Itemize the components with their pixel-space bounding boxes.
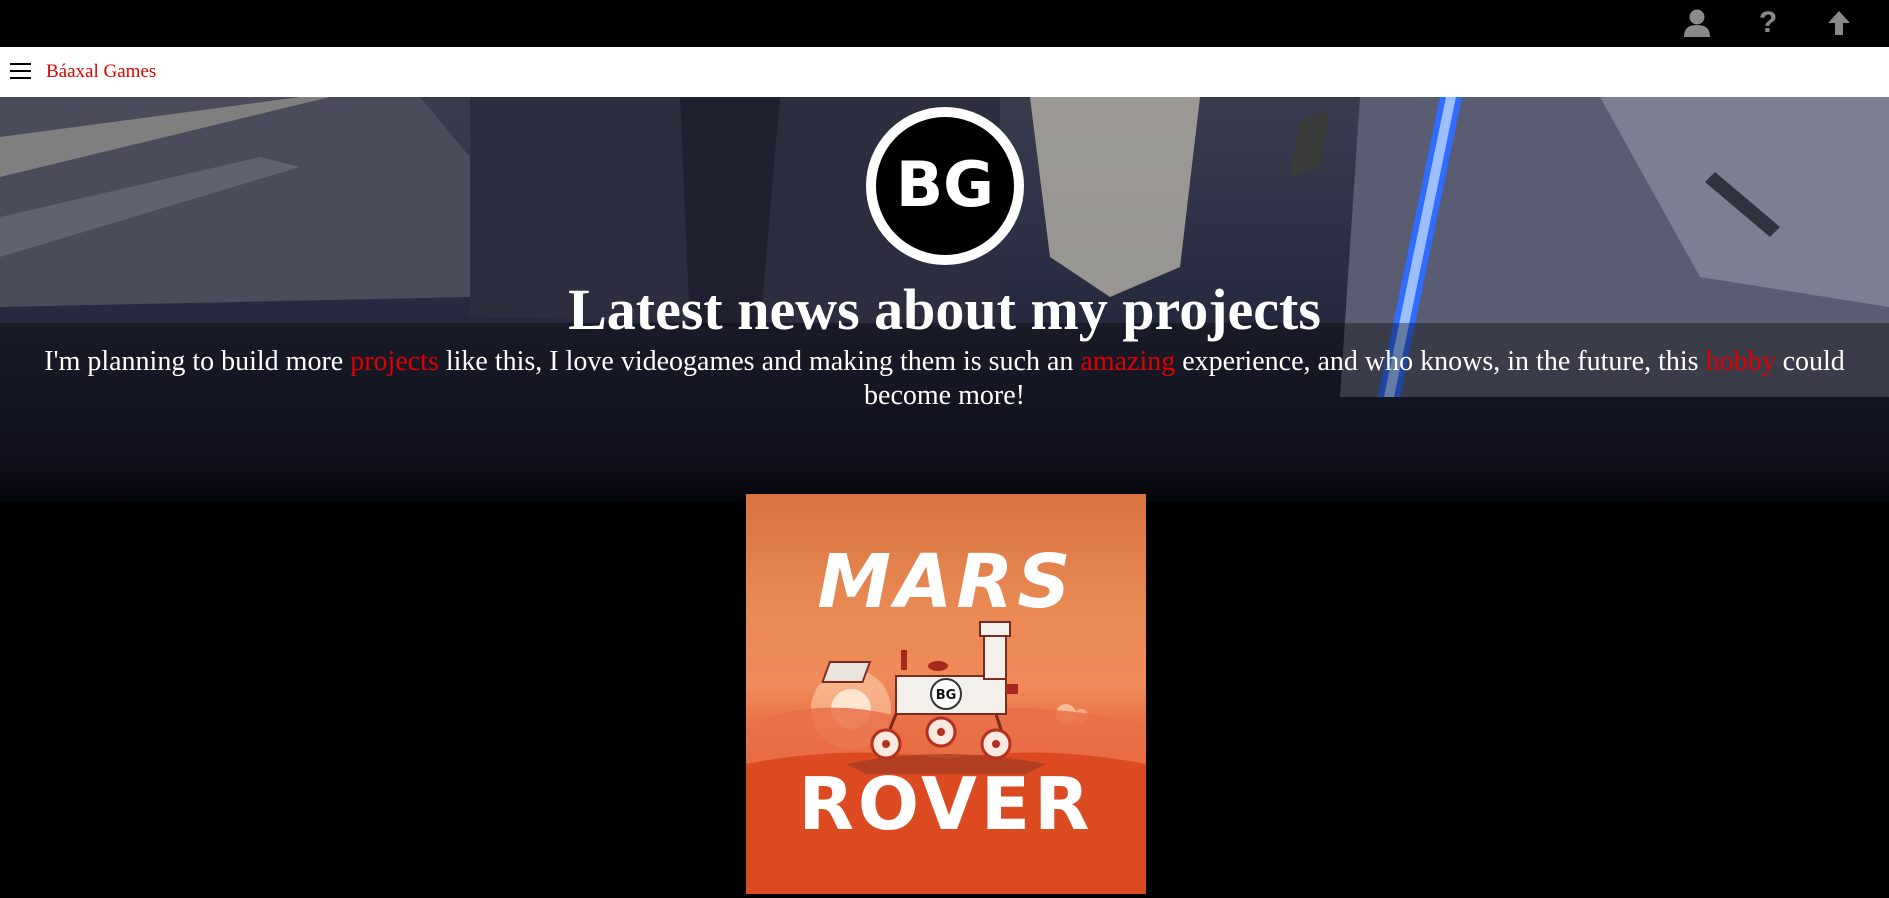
- project-card-mars-rover[interactable]: BG MARS ROVER: [746, 494, 1146, 894]
- highlight-projects: projects: [350, 346, 439, 377]
- intro-text-3: experience, and who knows, in the future…: [1175, 346, 1706, 377]
- page-headline: Latest news about my projects: [568, 277, 1321, 342]
- intro-paragraph: I'm planning to build more projects like…: [10, 345, 1879, 413]
- nav-bar: Báaxal Games: [0, 47, 1889, 97]
- project-title-line2: ROVER: [798, 762, 1094, 846]
- highlight-amazing: amazing: [1080, 346, 1176, 377]
- logo-text: BG: [896, 148, 994, 221]
- project-title-line1: MARS: [817, 539, 1075, 625]
- hero-banner: BG Latest news about my projects I'm pla…: [0, 97, 1889, 502]
- highlight-hobby: hobby: [1705, 346, 1776, 377]
- top-bar: ?: [0, 0, 1889, 47]
- bg-logo: BG: [866, 107, 1024, 265]
- hamburger-menu-icon[interactable]: [10, 63, 31, 80]
- arrow-up-icon[interactable]: [1822, 8, 1856, 38]
- user-icon[interactable]: [1680, 8, 1714, 38]
- help-glyph: ?: [1758, 6, 1778, 39]
- brand-link[interactable]: Báaxal Games: [46, 61, 156, 83]
- intro-text-1: I'm planning to build more: [44, 346, 351, 377]
- rover-badge-text: BG: [936, 688, 957, 703]
- help-icon[interactable]: ?: [1751, 8, 1785, 38]
- intro-text-2: like this, I love videogames and making …: [438, 346, 1081, 377]
